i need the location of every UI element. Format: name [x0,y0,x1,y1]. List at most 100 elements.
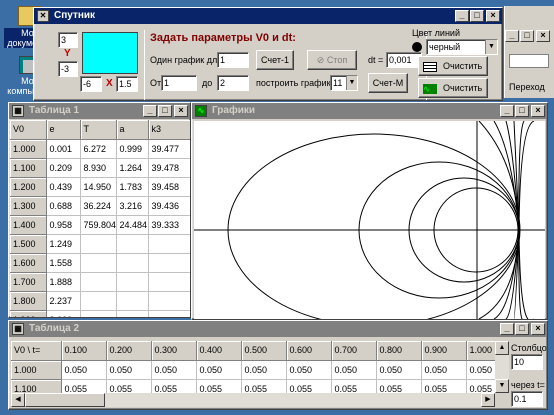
table-cell[interactable]: 0.055 [151,379,197,393]
table1-grid[interactable]: V0 e Ta k3 1.000 0.001 6.272 0.999 39.477 1.100 0.… [10,120,190,317]
row-header[interactable]: 1.900 [10,310,47,317]
column-header[interactable]: V0 \ t= [11,341,62,361]
minimize-button[interactable]: _ [500,323,514,335]
table-cell[interactable]: 759.804 [80,215,117,235]
table-cell[interactable]: 0.050 [196,360,242,380]
go-label[interactable]: Переход [509,82,545,92]
table-cell[interactable] [80,272,117,292]
minimize-button[interactable]: _ [455,10,469,22]
table-cell[interactable]: 39.458 [148,177,190,197]
orbit-plot[interactable] [194,121,545,319]
column-header[interactable]: k3 [148,120,190,140]
table-row[interactable]: 1.9002.606 [10,310,190,317]
table-cell[interactable] [148,291,190,311]
table-cell[interactable]: 24.484 [116,215,149,235]
table-row[interactable]: 1.400 0.958 759.804 24.484 39.333 [10,215,190,235]
row-header[interactable]: 1.400 [10,215,47,235]
column-header[interactable]: 0.300 [151,341,197,361]
table-cell[interactable]: 1.783 [116,177,149,197]
maximize-button[interactable]: □ [515,105,529,117]
table-cell[interactable]: 1.888 [46,272,81,292]
column-header[interactable]: 0.200 [106,341,152,361]
table-cell[interactable]: 3.216 [116,196,149,216]
table-row[interactable]: 1.200 0.439 14.950 1.783 39.458 [10,177,190,197]
column-header[interactable]: 0.600 [286,341,332,361]
table-cell[interactable] [116,253,149,273]
table-row[interactable]: 1.800 2.237 [10,291,190,311]
table-cell[interactable]: 0.439 [46,177,81,197]
row-header[interactable]: 1.100 [11,379,62,393]
table-cell[interactable]: 0.209 [46,158,81,178]
clear-table-button[interactable]: Очистить [418,56,488,76]
row-header[interactable]: 1.300 [10,196,47,216]
column-header[interactable]: 1.000 [466,341,495,361]
scroll-up-icon[interactable]: ▲ [495,341,509,355]
stop-button[interactable]: ⊘ Стоп [307,50,357,70]
column-header[interactable]: e [46,120,81,140]
to-input[interactable]: 2 [217,75,249,91]
minimize-button[interactable]: _ [505,30,519,42]
table-row[interactable]: 1.600 1.558 [10,253,190,273]
table-cell[interactable]: 0.050 [466,360,495,380]
step-input[interactable]: 0.1 [511,391,543,407]
column-header[interactable]: a [116,120,149,140]
table-cell[interactable]: 6.272 [80,139,117,159]
table-cell[interactable]: 0.050 [61,360,107,380]
row-header[interactable]: 1.500 [10,234,47,254]
table-cell[interactable] [116,310,149,317]
table-cell[interactable] [148,253,190,273]
table2-grid[interactable]: V0 \ t= 0.100 0.200 0.300 0.400 0.500 0.600 0.7… [11,341,495,393]
row-header[interactable]: 1.000 [11,360,62,380]
table-cell[interactable]: 0.999 [116,139,149,159]
build-count-select[interactable]: 11 ▼ [330,75,358,91]
table-cell[interactable] [148,272,190,292]
table-row[interactable]: 1.100 0.209 8.930 1.264 39.478 [10,158,190,178]
table-cell[interactable]: 0.050 [421,360,467,380]
maximize-button[interactable]: □ [520,30,534,42]
table-cell[interactable] [80,291,117,311]
from-input[interactable]: 1 [161,75,197,91]
table-cell[interactable]: 0.050 [106,360,152,380]
row-header[interactable]: 1.600 [10,253,47,273]
maximize-button[interactable]: □ [515,323,529,335]
row-header[interactable]: 1.000 [10,139,47,159]
x-min-input[interactable]: -6 [80,76,102,92]
table-cell[interactable]: 8.930 [80,158,117,178]
table-cell[interactable]: 2.237 [46,291,81,311]
table2-titlebar[interactable]: ▦ Таблица 2 _ □ × [9,321,547,337]
minimize-button[interactable]: _ [500,105,514,117]
table-cell[interactable]: 0.055 [196,379,242,393]
calc-1-button[interactable]: Счет-1 [256,50,294,70]
table-cell[interactable]: 0.055 [466,379,495,393]
table-cell[interactable]: 39.333 [148,215,190,235]
table-cell[interactable]: 14.950 [80,177,117,197]
table-cell[interactable] [116,291,149,311]
y-max-input[interactable]: 3 [58,32,78,48]
table-cell[interactable] [148,234,190,254]
columns-input[interactable]: 10 [511,354,543,370]
row-header[interactable]: 1.700 [10,272,47,292]
scroll-left-icon[interactable]: ◀ [11,393,25,407]
table-row[interactable]: 1.500 1.249 [10,234,190,254]
table-cell[interactable]: 39.477 [148,139,190,159]
column-header[interactable]: 0.900 [421,341,467,361]
table-cell[interactable] [80,234,117,254]
column-header[interactable]: 0.800 [376,341,422,361]
table-cell[interactable]: 39.436 [148,196,190,216]
table-cell[interactable]: 1.264 [116,158,149,178]
scroll-thumb[interactable] [25,393,105,407]
column-header[interactable]: 0.700 [331,341,377,361]
y-min-input[interactable]: -3 [58,61,78,77]
table-row[interactable]: 1.100 0.055 0.055 0.055 0.055 0.055 0.055 0.055… [11,379,495,393]
table-cell[interactable]: 1.249 [46,234,81,254]
table-row[interactable]: 1.300 0.688 36.224 3.216 39.436 [10,196,190,216]
table-cell[interactable]: 0.050 [331,360,377,380]
column-header[interactable]: 0.100 [61,341,107,361]
table-cell[interactable]: 0.055 [286,379,332,393]
table-cell[interactable]: 0.055 [331,379,377,393]
close-button[interactable]: × [486,10,500,22]
graph-titlebar[interactable]: ∿ Графики _ □ × [192,103,547,119]
table-cell[interactable]: 1.558 [46,253,81,273]
table-cell[interactable]: 0.055 [106,379,152,393]
close-button[interactable]: × [531,105,545,117]
